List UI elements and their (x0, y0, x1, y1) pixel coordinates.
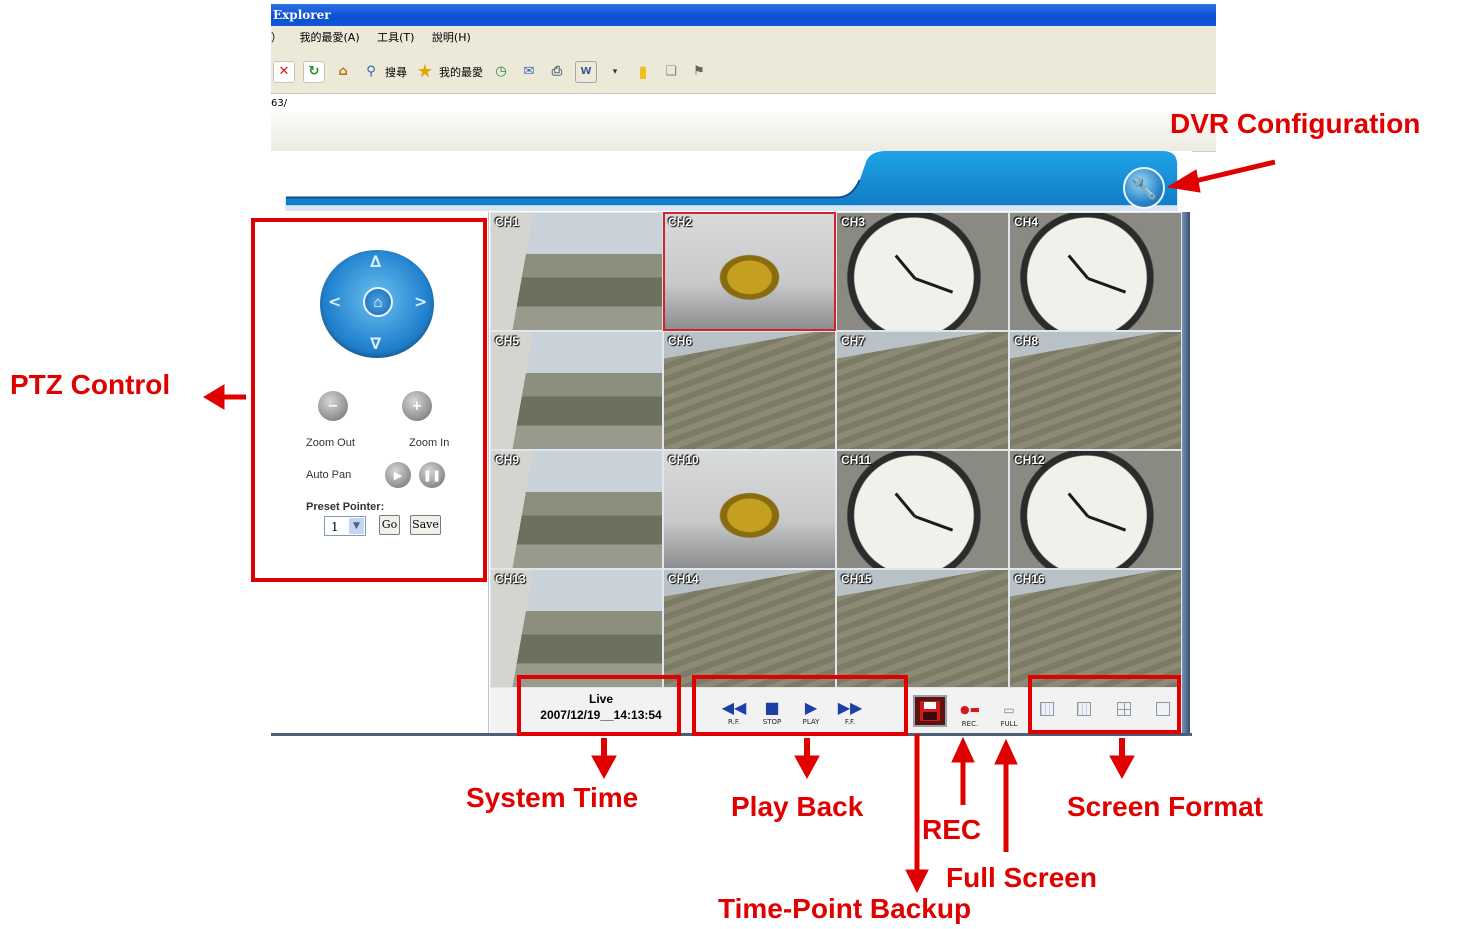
channel-label: CH2 (668, 215, 693, 229)
rec-note: REC (922, 814, 982, 845)
channel-label: CH4 (1014, 215, 1039, 229)
play-back-note: Play Back (731, 791, 864, 822)
channel-label: CH15 (841, 572, 872, 586)
channel-label: CH13 (495, 572, 526, 586)
channel-label: CH1 (495, 215, 520, 229)
channel-label: CH7 (841, 334, 866, 348)
channel-label: CH10 (668, 453, 699, 467)
channel-label: CH12 (1014, 453, 1045, 467)
dvr-configuration-note: DVR Configuration (1170, 108, 1421, 139)
channel-label: CH16 (1014, 572, 1045, 586)
full-screen-note: Full Screen (946, 862, 1097, 893)
channel-label: CH14 (668, 572, 699, 586)
channel-label: CH11 (841, 453, 872, 467)
channel-label: CH6 (668, 334, 693, 348)
channel-label: CH8 (1014, 334, 1039, 348)
channel-label: CH9 (495, 453, 520, 467)
channel-label: CH5 (495, 334, 520, 348)
channel-label: CH3 (841, 215, 866, 229)
ptz-control-note: PTZ Control (10, 369, 171, 400)
channel-tile-selected[interactable]: CH2 (663, 212, 836, 331)
time-point-backup-note: Time-Point Backup (718, 893, 972, 924)
screen-format-note: Screen Format (1067, 791, 1264, 822)
system-time-note: System Time (466, 782, 639, 813)
